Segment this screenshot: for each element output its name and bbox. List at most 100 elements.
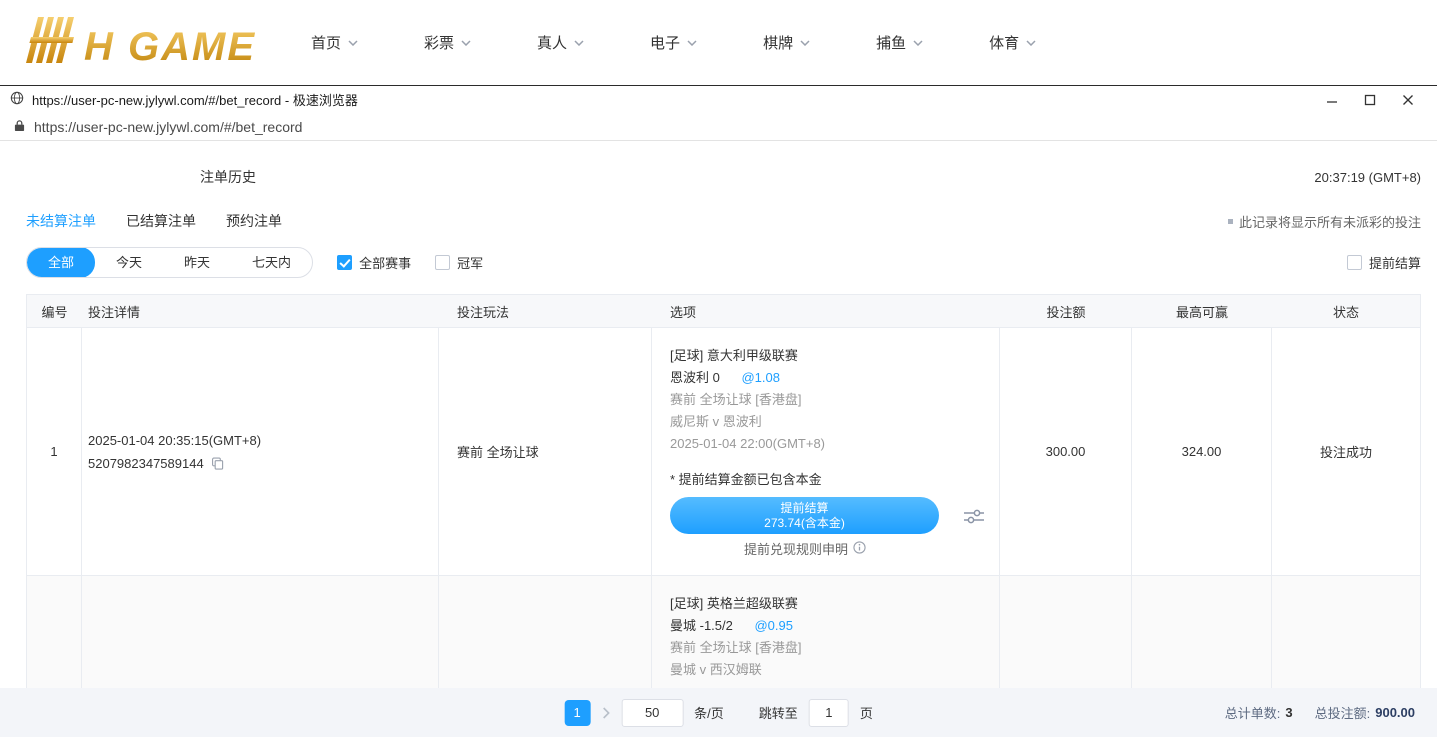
chevron-down-icon	[800, 40, 810, 46]
main-nav: 首页 彩票 真人 电子 棋牌 捕鱼	[311, 32, 1036, 53]
cell-no: 1	[27, 328, 82, 575]
cell-max-win: 324.00	[1132, 328, 1272, 575]
cell-status	[1272, 576, 1420, 688]
cell-option: [足球] 英格兰超级联赛 曼城 -1.5/2 @0.95 赛前 全场让球 [香港…	[652, 576, 1000, 688]
header-status: 状态	[1272, 302, 1420, 321]
nav-item-home[interactable]: 首页	[311, 32, 358, 53]
page-button-1[interactable]: 1	[564, 700, 590, 726]
option-odds: @0.95	[754, 618, 793, 633]
checkbox-label: 全部赛事	[359, 253, 411, 272]
copy-icon[interactable]	[211, 457, 224, 470]
cell-no	[27, 576, 82, 688]
nav-label: 真人	[537, 32, 567, 53]
option-match: 曼城 v 西汉姆联	[670, 659, 985, 681]
option-league: [足球] 意大利甲级联赛	[670, 345, 985, 367]
page-title: 注单历史	[200, 167, 256, 187]
tabs-row: 未结算注单 已结算注单 预约注单 此记录将显示所有未派彩的投注	[0, 187, 1437, 231]
close-button[interactable]	[1389, 86, 1427, 113]
cell-play: 赛前 全场让球	[439, 328, 652, 575]
table-header-row: 编号 投注详情 投注玩法 选项 投注额 最高可赢 状态	[27, 295, 1420, 328]
checkbox-early-settle[interactable]: 提前结算	[1347, 253, 1421, 272]
bet-id: 5207982347589144	[88, 452, 204, 475]
chevron-down-icon	[461, 40, 471, 46]
page-size-input[interactable]	[621, 699, 683, 727]
lock-icon	[14, 119, 25, 135]
chevron-down-icon	[913, 40, 923, 46]
bet-time: 2025-01-04 20:35:15(GMT+8)	[88, 429, 438, 452]
tab-settled[interactable]: 已结算注单	[126, 211, 196, 231]
nav-item-lottery[interactable]: 彩票	[424, 32, 471, 53]
address-bar[interactable]: https://user-pc-new.jylywl.com/#/bet_rec…	[0, 113, 1437, 141]
option-market: 赛前 全场让球 [香港盘]	[670, 637, 985, 659]
jump-page-input[interactable]	[809, 699, 849, 727]
nav-item-sports[interactable]: 体育	[989, 32, 1036, 53]
nav-item-live[interactable]: 真人	[537, 32, 584, 53]
nav-item-fishing[interactable]: 捕鱼	[876, 32, 923, 53]
nav-item-chess[interactable]: 棋牌	[763, 32, 810, 53]
option-match: 威尼斯 v 恩波利	[670, 411, 985, 433]
filter-row: 全部 今天 昨天 七天内 全部赛事 冠军 提前结算	[0, 231, 1437, 278]
logo-text: H GAME	[84, 25, 256, 70]
note-bullet-icon	[1228, 219, 1233, 224]
browser-titlebar: https://user-pc-new.jylywl.com/#/bet_rec…	[0, 85, 1437, 113]
tab-reserved[interactable]: 预约注单	[226, 211, 282, 231]
cell-max-win	[1132, 576, 1272, 688]
table-row: [足球] 英格兰超级联赛 曼城 -1.5/2 @0.95 赛前 全场让球 [香港…	[27, 575, 1420, 688]
globe-icon	[10, 91, 24, 108]
bet-record-page: 注单历史 20:37:19 (GMT+8) 未结算注单 已结算注单 预约注单 此…	[0, 141, 1437, 688]
record-note: 此记录将显示所有未派彩的投注	[1228, 212, 1421, 231]
minimize-button[interactable]	[1313, 86, 1351, 113]
checkbox-label: 提前结算	[1369, 253, 1421, 272]
chevron-down-icon	[687, 40, 697, 46]
cell-details: 2025-01-04 20:35:15(GMT+8) 5207982347589…	[82, 328, 439, 575]
next-page-icon[interactable]	[601, 707, 610, 719]
cashout-rule-link[interactable]: 提前兑现规则申明	[670, 539, 940, 561]
checkbox-all-events[interactable]: 全部赛事	[337, 253, 411, 272]
checkbox-label: 冠军	[457, 253, 483, 272]
site-logo[interactable]: H GAME	[24, 15, 256, 70]
header-no: 编号	[27, 302, 82, 321]
total-count-value: 3	[1285, 705, 1292, 720]
option-pick: 曼城 -1.5/2	[670, 618, 733, 633]
cell-amount: 300.00	[1000, 328, 1132, 575]
pager: 1 条/页 跳转至 页	[564, 699, 873, 727]
note-text: 此记录将显示所有未派彩的投注	[1239, 212, 1421, 231]
cell-play	[439, 576, 652, 688]
cashout-button[interactable]: 提前结算 273.74(含本金)	[670, 497, 939, 534]
option-match-time: 2025-01-04 22:00(GMT+8)	[670, 433, 985, 455]
page-unit-label: 页	[860, 703, 873, 722]
page-header: 注单历史 20:37:19 (GMT+8)	[0, 141, 1437, 187]
nav-item-slots[interactable]: 电子	[650, 32, 697, 53]
pill-all[interactable]: 全部	[27, 247, 95, 278]
info-icon	[853, 539, 866, 561]
pill-yesterday[interactable]: 昨天	[163, 248, 231, 277]
checkbox-unchecked-icon	[435, 255, 450, 270]
totals: 总计单数: 3 总投注额: 900.00	[1225, 703, 1415, 722]
nav-label: 电子	[650, 32, 680, 53]
chevron-down-icon	[574, 40, 584, 46]
rule-link-text: 提前兑现规则申明	[744, 539, 848, 561]
option-market: 赛前 全场让球 [香港盘]	[670, 389, 985, 411]
pagination-footer: 1 条/页 跳转至 页 总计单数: 3 总投注额: 900.00	[0, 688, 1437, 737]
window-title: https://user-pc-new.jylywl.com/#/bet_rec…	[32, 90, 358, 109]
cell-status: 投注成功	[1272, 328, 1420, 575]
logo-stripes-icon	[24, 15, 82, 70]
tune-slider-icon[interactable]	[963, 507, 985, 525]
option-odds: @1.08	[741, 370, 780, 385]
chevron-down-icon	[348, 40, 358, 46]
cell-option: [足球] 意大利甲级联赛 恩波利 0 @1.08 赛前 全场让球 [香港盘] 威…	[652, 328, 1000, 575]
header-max-win: 最高可赢	[1132, 302, 1272, 321]
per-page-label: 条/页	[694, 703, 724, 722]
nav-label: 首页	[311, 32, 341, 53]
pill-7days[interactable]: 七天内	[231, 248, 312, 277]
pill-today[interactable]: 今天	[95, 248, 163, 277]
table-row: 1 2025-01-04 20:35:15(GMT+8) 52079823475…	[27, 328, 1420, 575]
maximize-button[interactable]	[1351, 86, 1389, 113]
checkbox-unchecked-icon	[1347, 255, 1362, 270]
window-controls	[1313, 86, 1427, 113]
tab-unsettled[interactable]: 未结算注单	[26, 211, 96, 231]
header-option: 选项	[652, 302, 1000, 321]
cashout-note: * 提前结算金额已包含本金	[670, 469, 985, 491]
server-time: 20:37:19 (GMT+8)	[1314, 170, 1421, 185]
checkbox-champion[interactable]: 冠军	[435, 253, 483, 272]
